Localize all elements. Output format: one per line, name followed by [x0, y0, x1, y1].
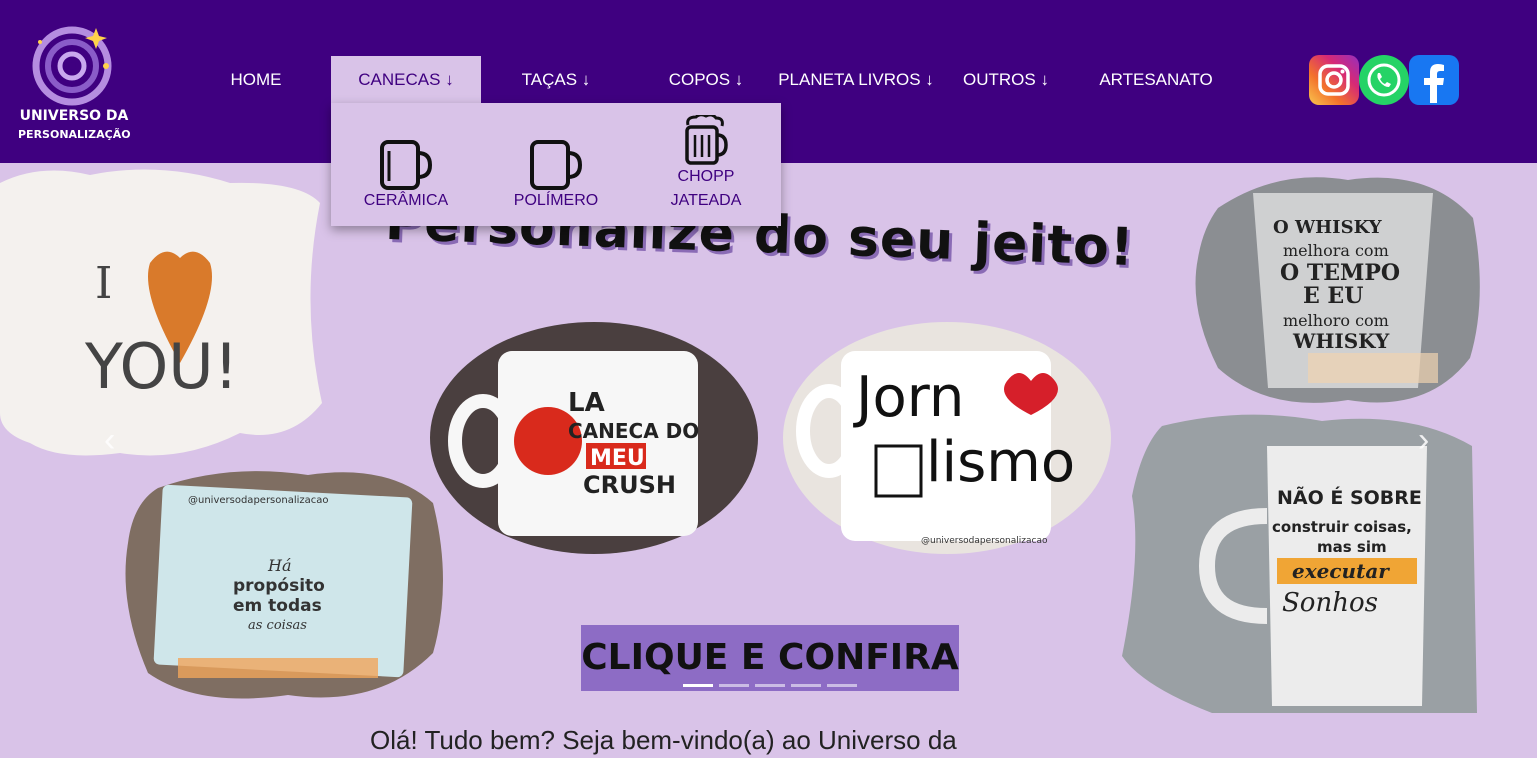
chopp-line4: executar — [1292, 559, 1390, 583]
carousel-indicator[interactable] — [827, 684, 857, 687]
shirt-text-2: YOU! — [84, 330, 239, 403]
nav-artesanato[interactable]: ARTESANATO — [1085, 56, 1227, 103]
mug2-line2: lismo — [926, 430, 1075, 495]
dropdown-label-ceramica: CERÂMICA — [363, 192, 449, 209]
mug1-line2: CANECA DO — [568, 419, 699, 443]
whisky-line1: O WHISKY — [1273, 217, 1383, 238]
frame-line1: Há — [267, 556, 292, 575]
nav-home[interactable]: HOME — [210, 56, 302, 103]
brand-logo[interactable]: UNIVERSO DA PERSONALIZAÇÃO — [18, 14, 131, 146]
chopp-line2: construir coisas, — [1272, 518, 1412, 536]
nav-planeta-livros[interactable]: PLANETA LIVROS ↓ — [778, 56, 934, 103]
whisky-line2: melhora com — [1283, 241, 1389, 260]
frame-line4: as coisas — [248, 618, 307, 633]
whisky-glass-photo[interactable]: O WHISKY melhora com O TEMPO E EU melhor… — [1188, 168, 1488, 413]
dropdown-item-chopp-jateada[interactable]: CHOPP JATEADA — [631, 103, 781, 226]
carousel-indicator[interactable] — [755, 684, 785, 687]
frame-handle: @universodapersonalizacao — [188, 495, 329, 506]
mug1-line1: LA — [568, 388, 605, 418]
cta-button[interactable]: CLIQUE E CONFIRA — [581, 625, 959, 691]
nav-canecas[interactable]: CANECAS ↓ — [331, 56, 481, 103]
instagram-glyph-icon — [1318, 64, 1350, 96]
carousel-indicator[interactable] — [719, 684, 749, 687]
brand-name-line1: UNIVERSO DA — [19, 108, 129, 124]
canecas-dropdown-menu: CERÂMICA POLÍMERO CHOPP JATEADA — [331, 103, 781, 226]
mug-jornalismo-photo[interactable]: Jorn lismo @universodapersonalizacao — [781, 321, 1113, 556]
beer-mug-icon — [685, 115, 728, 165]
frame-line3: em todas — [233, 596, 322, 616]
instagram-icon[interactable] — [1309, 55, 1359, 105]
dropdown-item-ceramica[interactable]: CERÂMICA — [331, 103, 481, 226]
carousel-next-arrow[interactable]: › — [1418, 421, 1429, 460]
chopp-line3: mas sim — [1317, 538, 1387, 556]
polymer-mug-icon — [530, 140, 583, 190]
tshirt-photo[interactable]: I YOU! — [0, 163, 330, 468]
nav-copos[interactable]: COPOS ↓ — [650, 56, 762, 103]
dropdown-label-chopp-line1: CHOPP — [677, 168, 735, 185]
mug2-handle: @universodapersonalizacao — [921, 536, 1048, 546]
facebook-glyph-icon — [1424, 64, 1444, 103]
dropdown-label-chopp-line2: JATEADA — [670, 192, 742, 209]
mug1-line4: CRUSH — [583, 471, 676, 499]
whatsapp-icon[interactable] — [1359, 55, 1409, 105]
carousel-prev-arrow[interactable]: ‹ — [104, 421, 115, 460]
mug-crush-photo[interactable]: LA CANECA DO MEU CRUSH — [428, 321, 760, 556]
phone-glyph-icon — [1367, 63, 1401, 97]
facebook-icon[interactable] — [1409, 55, 1459, 105]
whisky-line6: WHISKY — [1292, 329, 1390, 353]
nav-tacas[interactable]: TAÇAS ↓ — [495, 56, 617, 103]
ceramic-mug-icon — [380, 140, 433, 190]
dropdown-item-polimero[interactable]: POLÍMERO — [481, 103, 631, 226]
dropdown-label-polimero: POLÍMERO — [513, 192, 599, 209]
whisky-line4: E EU — [1303, 283, 1363, 309]
whisky-line5: melhoro com — [1283, 311, 1389, 330]
shirt-text-1: I — [95, 258, 112, 309]
hero-carousel: I YOU! @universodapersonalizacao Há prop… — [0, 163, 1537, 713]
nav-outros[interactable]: OUTROS ↓ — [955, 56, 1057, 103]
mug2-line1: Jorn — [853, 365, 964, 430]
carousel-indicator[interactable] — [683, 684, 713, 687]
brand-name-line2: PERSONALIZAÇÃO — [18, 128, 131, 141]
welcome-text: Olá! Tudo bem? Seja bem-vindo(a) ao Univ… — [370, 725, 957, 755]
frame-photo[interactable]: @universodapersonalizacao Há propósito e… — [118, 463, 453, 708]
chopp-line5: Sonhos — [1282, 588, 1378, 618]
carousel-indicator[interactable] — [791, 684, 821, 687]
mug1-line3: MEU — [590, 446, 645, 471]
chopp-line1: NÃO É SOBRE — [1277, 485, 1422, 509]
frame-line2: propósito — [233, 576, 325, 596]
galaxy-swirl-icon — [32, 26, 112, 106]
